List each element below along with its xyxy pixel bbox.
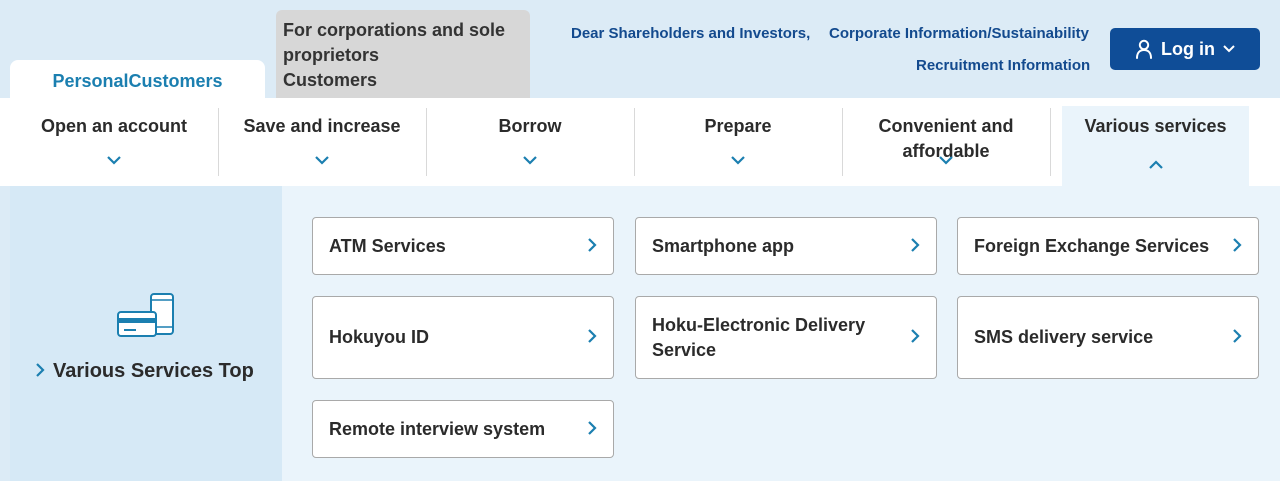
chevron-down-icon (315, 147, 329, 172)
nav-item-label: Borrow (498, 116, 562, 136)
card-label: Remote interview system (329, 418, 546, 439)
nav-item-prepare[interactable]: Prepare (634, 108, 842, 176)
tab-corporate-customers[interactable]: For corporations and sole proprietors Cu… (276, 10, 530, 98)
card-label: Smartphone app (652, 235, 795, 256)
chevron-down-icon (731, 147, 745, 172)
tab-corporate-label-line-1: For corporations and sole (283, 20, 506, 40)
nav-divider (1050, 108, 1051, 176)
chevron-right-icon (588, 325, 597, 350)
chevron-right-icon (1233, 234, 1242, 259)
nav-item-label: Various services (1084, 116, 1227, 136)
card-label: Hoku-Electronic Delivery Service (652, 314, 866, 360)
tab-personal-customers[interactable]: PersonalCustomers (10, 60, 265, 100)
card-remote-interview[interactable]: Remote interview system (312, 400, 614, 458)
card-foreign-exchange[interactable]: Foreign Exchange Services (957, 217, 1259, 275)
chevron-right-icon (911, 234, 920, 259)
various-services-top-label: Various Services Top (53, 360, 254, 382)
card-label: Hokuyou ID (329, 327, 430, 347)
chevron-right-icon (911, 325, 920, 350)
tab-corporate-label-line-3: Customers (283, 70, 378, 90)
chevron-right-icon (588, 417, 597, 442)
various-services-top-link[interactable]: Various Services Top (36, 360, 254, 383)
chevron-down-icon (107, 147, 121, 172)
tab-corporate-label-line-2: proprietors (283, 45, 380, 65)
card-phone-icon (116, 292, 176, 345)
login-button[interactable]: Log in (1110, 28, 1260, 70)
nav-item-convenient[interactable]: Convenient and affordable (842, 108, 1050, 176)
card-label: ATM Services (329, 235, 446, 256)
corporate-info-link[interactable]: Corporate Information/Sustainability (829, 25, 1089, 42)
chevron-right-icon (1233, 325, 1242, 350)
chevron-down-icon (939, 147, 953, 172)
nav-item-save-increase[interactable]: Save and increase (218, 108, 426, 176)
card-sms-delivery[interactable]: SMS delivery service (957, 296, 1259, 379)
chevron-up-icon (1148, 151, 1163, 176)
login-label: Log in (1161, 38, 1215, 59)
chevron-right-icon (588, 234, 597, 259)
card-hokuyou-id[interactable]: Hokuyou ID (312, 296, 614, 379)
card-label: SMS delivery service (974, 327, 1154, 347)
user-icon (1135, 39, 1153, 59)
main-nav: Open an account Save and increase Borrow… (0, 98, 1280, 186)
nav-item-label: Save and increase (243, 116, 401, 136)
recruitment-link[interactable]: Recruitment Information (916, 57, 1090, 74)
card-atm-services[interactable]: ATM Services (312, 217, 614, 275)
nav-item-label: Open an account (40, 116, 188, 136)
chevron-down-icon (1223, 45, 1235, 53)
nav-item-open-account[interactable]: Open an account (10, 108, 218, 176)
nav-item-borrow[interactable]: Borrow (426, 108, 634, 176)
chevron-down-icon (523, 147, 537, 172)
chevron-right-icon (36, 360, 45, 383)
card-label: Foreign Exchange Services (974, 235, 1210, 256)
tab-personal-label: PersonalCustomers (52, 70, 223, 91)
nav-item-various-services[interactable]: Various services (1062, 106, 1249, 186)
card-electronic-delivery[interactable]: Hoku-Electronic Delivery Service (635, 296, 937, 379)
shareholders-link[interactable]: Dear Shareholders and Investors, (571, 25, 810, 42)
nav-item-label: Prepare (704, 116, 772, 136)
card-smartphone-app[interactable]: Smartphone app (635, 217, 937, 275)
